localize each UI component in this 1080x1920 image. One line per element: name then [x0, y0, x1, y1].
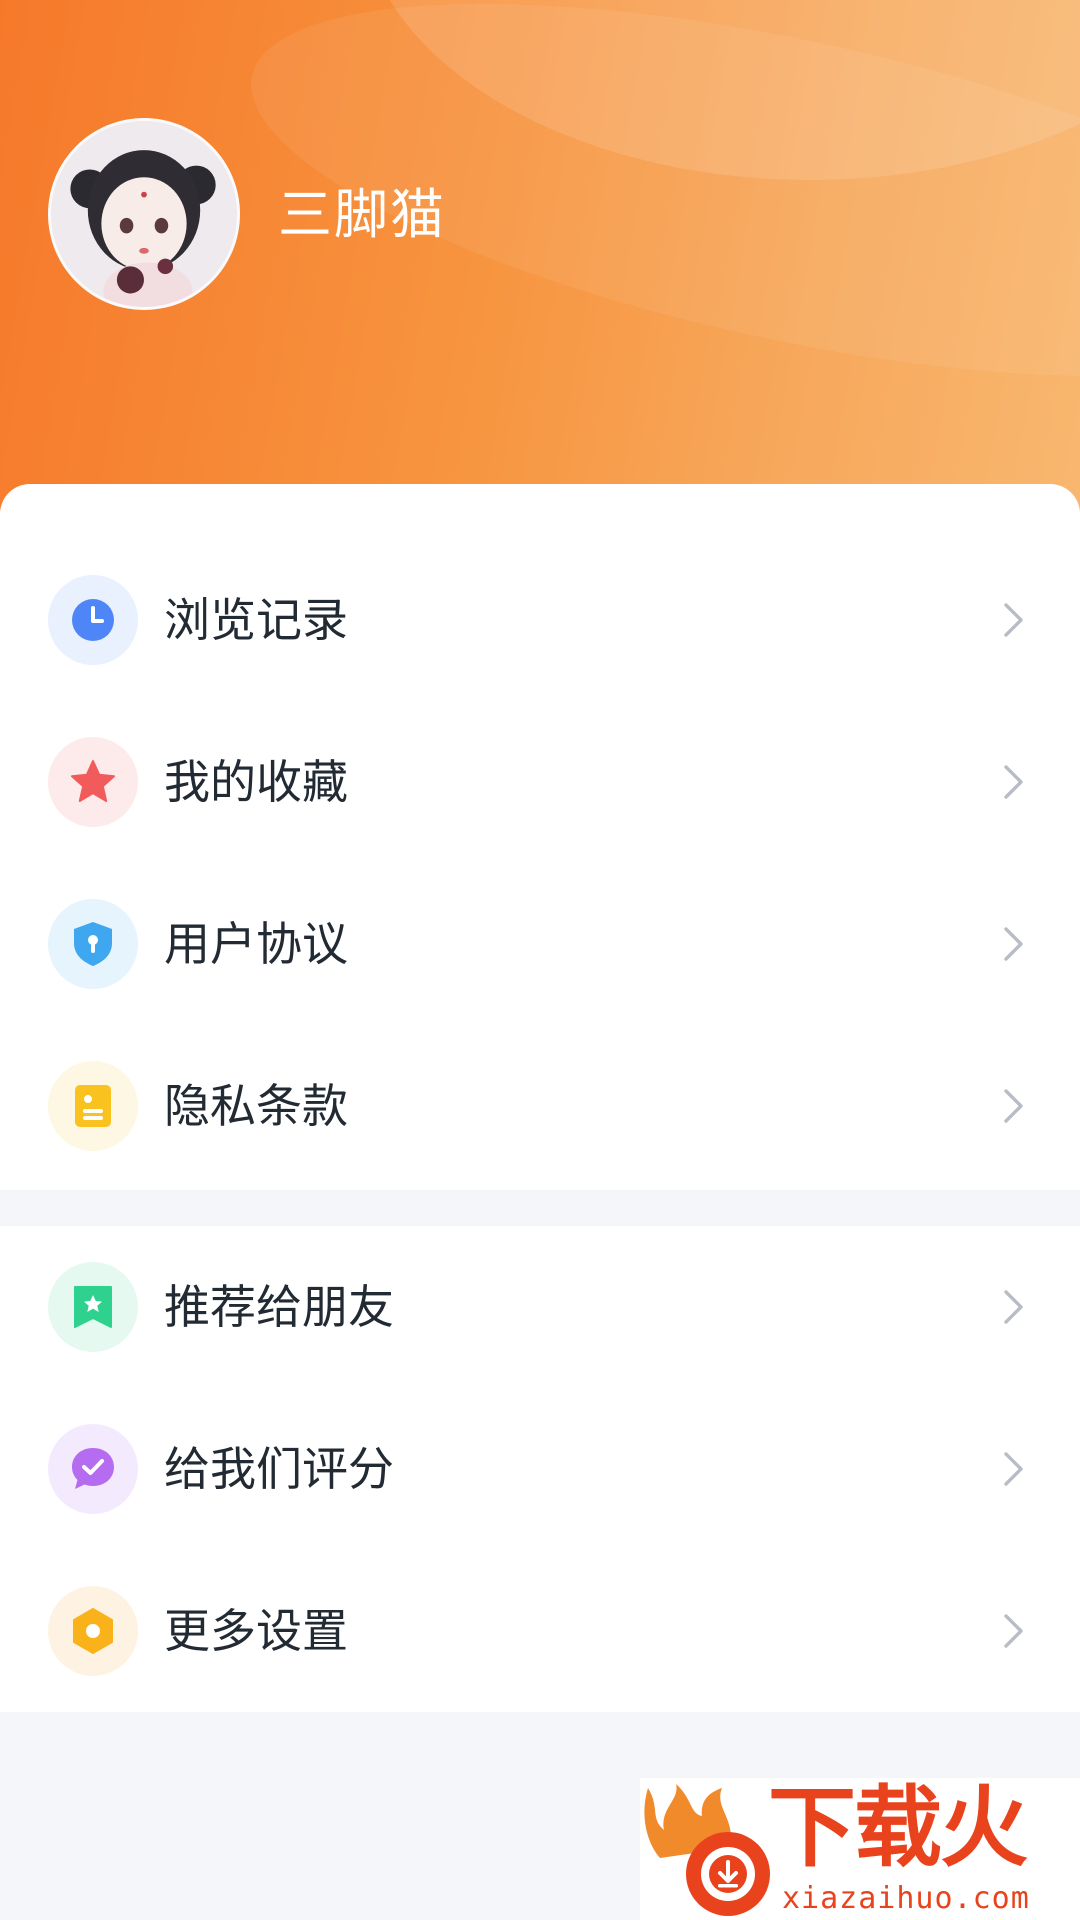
clock-icon	[48, 575, 138, 665]
menu-section-primary: 浏览记录 我的收藏 用户协议 隐私条款	[0, 539, 1080, 1187]
chat-check-icon	[48, 1424, 138, 1514]
menu-item-label: 隐私条款	[164, 1079, 348, 1133]
menu-item-label: 更多设置	[164, 1604, 348, 1658]
chevron-right-icon	[990, 921, 1036, 967]
chevron-right-icon	[990, 1608, 1036, 1654]
bookmark-star-icon	[48, 1262, 138, 1352]
star-icon	[48, 737, 138, 827]
menu-item-privacy[interactable]: 隐私条款	[0, 1025, 1080, 1187]
chevron-right-icon	[990, 759, 1036, 805]
gear-hexagon-icon	[48, 1586, 138, 1676]
watermark-logo: 下载火 xiazaihuo.com	[640, 1778, 1080, 1920]
menu-card: 浏览记录 我的收藏 用户协议 隐私条款 推荐给朋友 给我们评分 更多设置	[0, 484, 1080, 1892]
menu-item-settings[interactable]: 更多设置	[0, 1550, 1080, 1712]
profile-header: 三脚猫	[0, 0, 1080, 540]
profile-page: 三脚猫 浏览记录 我的收藏 用户协议 隐私条款 推荐给朋友 给我们评分 更多设置…	[0, 0, 1080, 1920]
menu-section-secondary: 推荐给朋友 给我们评分 更多设置	[0, 1226, 1080, 1712]
watermark-title: 下载火	[768, 1776, 1028, 1879]
menu-item-label: 给我们评分	[164, 1442, 394, 1496]
menu-item-recommend[interactable]: 推荐给朋友	[0, 1226, 1080, 1388]
chevron-right-icon	[990, 1083, 1036, 1129]
avatar[interactable]	[48, 118, 240, 310]
menu-item-rate[interactable]: 给我们评分	[0, 1388, 1080, 1550]
section-divider	[0, 1190, 1080, 1226]
menu-item-label: 用户协议	[164, 917, 348, 971]
document-icon	[48, 1061, 138, 1151]
watermark-url: xiazaihuo.com	[782, 1881, 1030, 1916]
chevron-right-icon	[990, 1446, 1036, 1492]
menu-item-favorites[interactable]: 我的收藏	[0, 701, 1080, 863]
menu-item-label: 浏览记录	[164, 593, 348, 647]
menu-item-label: 我的收藏	[164, 755, 348, 809]
menu-item-label: 推荐给朋友	[164, 1280, 394, 1334]
username: 三脚猫	[278, 183, 446, 246]
menu-item-user-agreement[interactable]: 用户协议	[0, 863, 1080, 1025]
menu-item-history[interactable]: 浏览记录	[0, 539, 1080, 701]
chevron-right-icon	[990, 597, 1036, 643]
chevron-right-icon	[990, 1284, 1036, 1330]
shield-icon	[48, 899, 138, 989]
flame-logo-icon	[644, 1784, 770, 1916]
avatar-image	[51, 121, 237, 307]
